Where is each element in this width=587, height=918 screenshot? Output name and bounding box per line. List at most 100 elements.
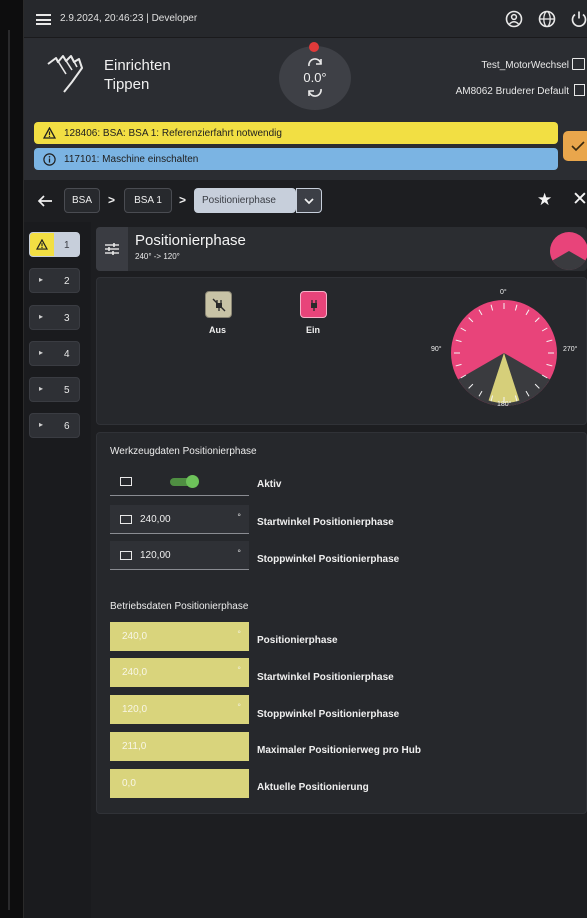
power-icon[interactable] [570, 10, 587, 28]
degree-unit: ° [237, 548, 241, 558]
breadcrumb-item-bsa[interactable]: BSA [64, 188, 100, 213]
readout-value: 0,0 [122, 778, 136, 789]
close-icon[interactable]: ✕ [572, 188, 587, 211]
step-number: 2 [64, 276, 70, 287]
active-label: Aktiv [257, 479, 282, 490]
label-90-degree: 90° [431, 346, 442, 353]
section-subtitle: 240° -> 120° [135, 252, 180, 261]
phase-visual-card: Aus Ein 0° 90° 270° 180° [96, 277, 587, 425]
mode-sublabel: Tippen [104, 76, 150, 93]
breadcrumb-item-bsa1[interactable]: BSA 1 [124, 188, 172, 213]
step-list: 1 ▸ 2 ▸ 3 ▸ 4 ▸ 5 ▸ 6 [24, 222, 91, 918]
section-title: Positionierphase [135, 232, 246, 249]
step-item-5[interactable]: ▸ 5 [29, 377, 80, 402]
readout-value: 240,0 [122, 631, 148, 642]
mini-phase-pie [550, 232, 587, 270]
step-item-6[interactable]: ▸ 6 [29, 413, 80, 438]
monitor-icon[interactable] [572, 58, 585, 70]
edge-line [8, 30, 10, 910]
caret-right-icon: ▸ [39, 275, 44, 284]
stoppwinkel-input[interactable]: 120,00 ° [110, 541, 249, 570]
readout-field: 120,0 ° [110, 695, 249, 724]
pc-icon [120, 477, 132, 486]
breadcrumb-current[interactable]: Positionierphase [194, 188, 296, 213]
phase-pie-chart [451, 300, 557, 407]
readout-field: 0,0 [110, 769, 249, 798]
user-icon[interactable] [505, 10, 523, 28]
pc-icon [120, 551, 132, 560]
warning-icon [42, 127, 56, 139]
readout-label: Positionierphase [257, 635, 338, 646]
readout-value: 211,0 [122, 741, 147, 752]
data-card: Werkzeugdaten Positionierphase Aktiv 240… [96, 432, 587, 814]
left-screen-edge [0, 0, 24, 918]
active-toggle[interactable] [110, 467, 249, 496]
readout-value: 120,0 [122, 704, 148, 715]
startwinkel-value: 240,00 [140, 514, 171, 525]
dial-marker [309, 42, 319, 52]
alarm-warning[interactable]: 128406: BSA: BSA 1: Referenzierfahrt not… [34, 122, 558, 144]
stoppwinkel-label: Stoppwinkel Positionierphase [257, 554, 400, 565]
caret-right-icon: ▸ [39, 420, 44, 429]
config-name: AM8062 Bruderer Default [455, 86, 569, 97]
readout-field: 240,0 ° [110, 622, 249, 651]
rotate-back-icon [308, 88, 322, 97]
rotate-icon [308, 58, 322, 67]
plug-icon [310, 299, 317, 311]
readout-value: 240,0 [122, 667, 148, 678]
readout-field: 211,0 [110, 732, 249, 761]
dial-value: 0.0° [303, 70, 327, 85]
chevron-right-icon: > [179, 193, 187, 207]
warning-icon [30, 233, 54, 256]
caret-right-icon: ▸ [39, 384, 44, 393]
toggle-knob [186, 475, 199, 488]
sliders-icon [96, 227, 128, 271]
caret-right-icon: ▸ [39, 348, 44, 357]
app-window: 2.9.2024, 20:46:23 | Developer Einrichte… [24, 0, 587, 918]
config-icon[interactable] [574, 84, 585, 96]
readout-label: Startwinkel Positionierphase [257, 672, 394, 683]
back-arrow-icon[interactable] [36, 192, 54, 210]
chevron-right-icon: > [108, 193, 116, 207]
step-item-1[interactable]: 1 [29, 232, 80, 257]
globe-icon[interactable] [538, 10, 556, 28]
readout-label: Stoppwinkel Positionierphase [257, 709, 400, 720]
pc-icon [120, 515, 132, 524]
power-on-label: Ein [306, 325, 321, 335]
breadcrumb-dropdown-button[interactable] [296, 188, 322, 213]
hand-tap-icon [47, 55, 83, 93]
degree-unit: ° [237, 702, 241, 712]
power-on-button[interactable] [300, 291, 327, 318]
info-icon [42, 152, 56, 166]
alarm-info-text: 117101: Maschine einschalten [64, 153, 199, 165]
step-number: 4 [64, 349, 70, 360]
stoppwinkel-value: 120,00 [140, 550, 171, 561]
plug-off-icon [212, 298, 225, 311]
degree-unit: ° [237, 512, 241, 522]
label-0-degree: 0° [500, 289, 507, 296]
acknowledge-button[interactable] [563, 131, 587, 161]
readout-field: 240,0 ° [110, 658, 249, 687]
caret-right-icon: ▸ [39, 312, 44, 321]
step-number: 6 [64, 421, 70, 432]
alarm-warning-text: 128406: BSA: BSA 1: Referenzierfahrt not… [64, 127, 282, 139]
check-icon [571, 141, 585, 152]
header: 2.9.2024, 20:46:23 | Developer Einrichte… [24, 0, 587, 180]
power-off-label: Aus [209, 325, 227, 335]
star-icon[interactable]: ★ [537, 190, 552, 210]
menu-icon[interactable] [36, 14, 51, 25]
werkzeugdaten-title: Werkzeugdaten Positionierphase [110, 446, 257, 457]
chevron-down-icon [304, 197, 314, 204]
alarm-info[interactable]: 117101: Maschine einschalten [34, 148, 558, 170]
betriebsdaten-title: Betriebsdaten Positionierphase [110, 601, 249, 612]
readout-label: Maximaler Positionierweg pro Hub [257, 745, 421, 756]
startwinkel-input[interactable]: 240,00 ° [110, 505, 249, 534]
step-item-3[interactable]: ▸ 3 [29, 305, 80, 330]
power-off-button[interactable] [205, 291, 232, 318]
step-item-4[interactable]: ▸ 4 [29, 341, 80, 366]
label-270-degree: 270° [563, 346, 578, 353]
degree-unit: ° [237, 665, 241, 675]
step-item-2[interactable]: ▸ 2 [29, 268, 80, 293]
status-text: 2.9.2024, 20:46:23 | Developer [60, 13, 198, 24]
mode-label: Einrichten [104, 57, 171, 74]
